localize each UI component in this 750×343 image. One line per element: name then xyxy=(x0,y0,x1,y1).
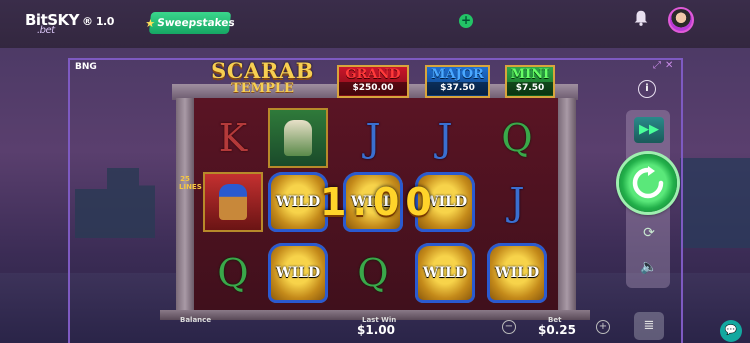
add-funds-icon[interactable]: + xyxy=(459,14,473,28)
provider-label: BNG xyxy=(75,62,97,72)
chat-icon: 💬 xyxy=(724,325,738,336)
sweepstakes-label: Sweepstakes xyxy=(156,17,236,29)
info-button[interactable]: i xyxy=(638,80,656,98)
wild-symbol: WILD xyxy=(487,243,547,303)
wild-symbol: WILD xyxy=(268,172,328,232)
jackpot-grand-label: GRAND xyxy=(345,67,401,82)
jackpot-mini-value: $7.50 xyxy=(507,82,553,95)
bet-value: $0.25 xyxy=(538,323,576,337)
game-title-line2: TEMPLE xyxy=(231,81,294,96)
star-icon: ★ xyxy=(144,16,156,30)
sound-button[interactable]: 🔈 xyxy=(638,257,660,277)
spin-arrow-icon xyxy=(632,166,664,199)
symbol-k: K xyxy=(218,116,248,160)
expand-icon[interactable]: ⤢ xyxy=(653,60,665,71)
nefertiti-symbol xyxy=(203,172,263,232)
spin-button[interactable] xyxy=(619,154,677,212)
autoplay-button[interactable]: ⟳ xyxy=(636,222,662,244)
jackpot-major-label: MAJOR xyxy=(431,67,484,82)
win-amount: 1.00 xyxy=(320,180,438,224)
bet-increase-button[interactable]: + xyxy=(596,320,610,334)
lastwin-value: $1.00 xyxy=(357,323,395,337)
symbol-j: J xyxy=(365,116,381,160)
jackpot-mini: MINI $7.50 xyxy=(505,65,555,98)
ruin-right-decoration xyxy=(680,158,750,248)
wild-symbol: WILD xyxy=(415,243,475,303)
top-bar: BitSKY ® 1.0 .bet ★ Sweepstakes + xyxy=(0,0,750,48)
pillar-left xyxy=(176,98,194,313)
horus-symbol xyxy=(268,108,328,168)
symbol-q: Q xyxy=(357,251,389,295)
jackpot-major-value: $37.50 xyxy=(427,82,488,95)
turbo-button[interactable]: ▶▶ xyxy=(634,117,664,143)
jackpot-mini-label: MINI xyxy=(510,67,550,82)
frame-controls[interactable]: ⤢✕ xyxy=(653,60,677,71)
fast-forward-icon: ▶▶ xyxy=(639,122,659,137)
symbol-j: J xyxy=(509,180,525,224)
bet-decrease-button[interactable]: − xyxy=(502,320,516,334)
site-logo[interactable]: BitSKY ® 1.0 .bet xyxy=(25,11,114,36)
wild-symbol: WILD xyxy=(268,243,328,303)
symbol-q: Q xyxy=(501,116,533,160)
paylines-label: 25 LINES xyxy=(179,175,202,191)
bottom-bar: Balance Last Win $1.00 − Bet $0.25 + xyxy=(70,312,625,343)
close-icon[interactable]: ✕ xyxy=(665,60,677,71)
sweepstakes-button[interactable]: ★ Sweepstakes xyxy=(145,12,235,34)
autoplay-icon: ⟳ xyxy=(643,225,655,241)
chat-support-button[interactable]: 💬 xyxy=(720,320,742,342)
speaker-icon: 🔈 xyxy=(640,259,658,275)
symbol-q: Q xyxy=(217,251,249,295)
user-avatar[interactable] xyxy=(668,7,694,33)
jackpot-major: MAJOR $37.50 xyxy=(425,65,490,98)
nefertiti-icon xyxy=(219,184,247,220)
logo-sub: .bet xyxy=(37,25,55,36)
jackpot-grand: GRAND $250.00 xyxy=(337,65,409,98)
bell-icon[interactable] xyxy=(632,9,650,27)
logo-version: ® 1.0 xyxy=(82,15,114,28)
jackpot-grand-value: $250.00 xyxy=(339,82,407,95)
bet-settings-button[interactable]: ≣ xyxy=(634,312,664,340)
game-title-line1: SCARAB xyxy=(211,58,314,83)
pillar-right xyxy=(558,98,576,313)
balance-label: Balance xyxy=(180,316,212,324)
symbol-j: J xyxy=(437,116,453,160)
coins-icon: ≣ xyxy=(643,318,655,333)
game-title: SCARAB TEMPLE xyxy=(200,60,325,96)
horus-icon xyxy=(284,120,312,156)
